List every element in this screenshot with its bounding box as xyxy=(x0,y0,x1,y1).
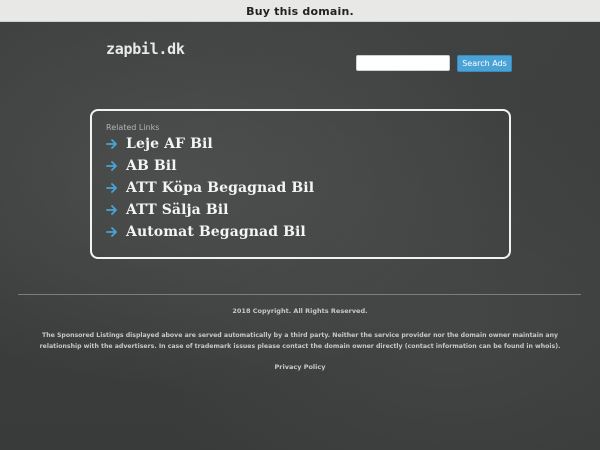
arrow-right-icon xyxy=(106,226,118,238)
search-input[interactable] xyxy=(356,55,450,71)
related-link-item[interactable]: Leje AF Bil xyxy=(106,134,213,154)
arrow-right-icon xyxy=(106,204,118,216)
domain-title: zapbil.dk xyxy=(106,40,185,58)
privacy-policy-link[interactable]: Privacy Policy xyxy=(0,363,600,371)
buy-domain-bar[interactable]: Buy this domain. xyxy=(0,0,600,22)
arrow-right-icon xyxy=(106,182,118,194)
related-link-label[interactable]: ATT Köpa Begagnad Bil xyxy=(126,180,314,196)
related-link-label[interactable]: ATT Sälja Bil xyxy=(126,202,229,218)
related-links-box: Related Links Leje AF Bil AB Bil ATT Köp… xyxy=(90,109,511,259)
disclaimer-text: The Sponsored Listings displayed above a… xyxy=(39,332,561,350)
related-links-heading: Related Links xyxy=(106,123,160,132)
arrow-right-icon xyxy=(106,138,118,150)
related-link-label[interactable]: AB Bil xyxy=(126,158,177,174)
related-link-item[interactable]: Automat Begagnad Bil xyxy=(106,222,306,242)
search-ads-button[interactable]: Search Ads xyxy=(457,55,512,72)
buy-domain-link[interactable]: Buy this domain. xyxy=(246,1,354,22)
related-link-label[interactable]: Leje AF Bil xyxy=(126,136,213,152)
copyright-text: 2018 Copyright. All Rights Reserved. xyxy=(232,307,368,315)
arrow-right-icon xyxy=(106,160,118,172)
footer-divider xyxy=(18,294,581,295)
related-link-item[interactable]: AB Bil xyxy=(106,156,177,176)
related-link-label[interactable]: Automat Begagnad Bil xyxy=(126,224,306,240)
related-link-item[interactable]: ATT Köpa Begagnad Bil xyxy=(106,178,314,198)
related-link-item[interactable]: ATT Sälja Bil xyxy=(106,200,229,220)
